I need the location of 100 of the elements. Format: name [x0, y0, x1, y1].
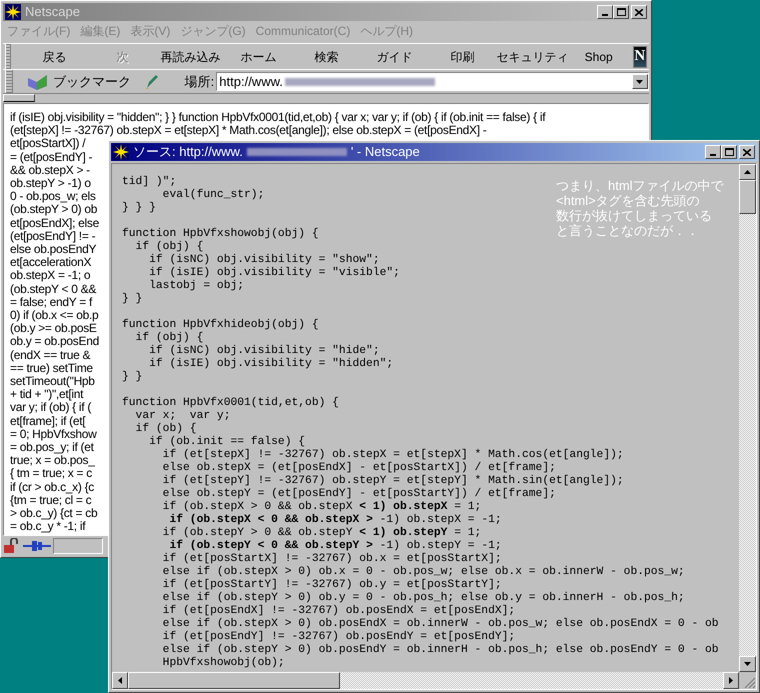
- page-text-line: if (isIE) obj.visibility = "hidden"; } } function HpbVfx0001(tid,et,ob) { var x; var y; if (ob) { if (ob.init == false) { if: [10, 111, 546, 124]
- toolbar-button[interactable]: 検索: [292, 48, 361, 66]
- code-line: if (et[stepY] != -32767) ob.stepY = et[stepY] * Math.sin(et[angle]);: [162, 475, 624, 488]
- page-text-line: = ob.pos_y; if (et: [10, 441, 94, 454]
- code-line: if (ob.stepY > 0 && ob.stepY < 1) ob.stepY = 1;: [162, 527, 482, 540]
- code-line: } }: [122, 293, 142, 306]
- resize-grip-icon[interactable]: [744, 677, 756, 689]
- page-text-line: if (cr > ob.c_x) {c: [10, 480, 94, 494]
- page-text-line: ob.stepX = -1; o: [10, 269, 90, 283]
- page-text-line: (endX == true &: [10, 348, 90, 362]
- annotation-note: つまり、htmlファイルの中で <html>タグを含む先頭の 数行が抜けてしまっている と言うことなのだが．．: [556, 178, 724, 238]
- page-text-line: true; x = ob.pos_: [10, 454, 95, 468]
- page-text-line: et[frame]; if (et[: [10, 414, 86, 428]
- window-title: ソース: http://www.: [133, 143, 243, 162]
- toolbar-button[interactable]: Shop: [564, 48, 633, 66]
- toolbar-grip[interactable]: [5, 44, 11, 69]
- code-line: } } }: [122, 202, 156, 215]
- page-text-line: > ob.c_y) {ct = cb: [10, 507, 98, 520]
- code-line: if (et[posEndY] != -32767) ob.posEndY = et[posEndY];: [162, 631, 516, 644]
- page-text-line: var y; if (ob) { if (: [10, 401, 92, 415]
- code-line: if (isNC) obj.visibility = "show";: [148, 254, 380, 266]
- toolbar-button[interactable]: ホーム: [224, 48, 293, 66]
- maximize-button[interactable]: [613, 5, 629, 19]
- left-arrow-icon[interactable]: [118, 677, 122, 684]
- code-line: if (et[posStartX] != -32767) ob.x = et[posStartX];: [162, 553, 502, 566]
- code-line: if (isNC) obj.visibility = "hide";: [148, 345, 380, 358]
- dropdown-button[interactable]: [632, 74, 648, 89]
- page-text-line: == true) setTime: [10, 362, 93, 376]
- close-icon: [743, 148, 751, 156]
- collapsed-toolbar-tab[interactable]: [3, 94, 35, 102]
- scrollbar-thumb[interactable]: [128, 672, 340, 689]
- code-line: if (ob.stepX > 0 && ob.stepX < 1) ob.stepX = 1;: [162, 501, 482, 514]
- code-line: if (ob.stepX < 0 && ob.stepX > -1) ob.stepX = -1;: [168, 514, 502, 526]
- minimize-button[interactable]: [705, 145, 721, 159]
- page-text-line: = false; endY = f: [10, 296, 92, 310]
- toolbar-button[interactable]: 戻る: [20, 48, 89, 66]
- code-line: else if (ob.stepY > 0) ob.y = 0 - ob.pos_h; else ob.y = ob.innerH - ob.pos_h;: [162, 592, 685, 604]
- page-text-line: (ob.y >= ob.posE: [10, 322, 97, 336]
- location-label: 場所:: [184, 72, 214, 91]
- code-line: function HpbVfxshowobj(obj) {: [122, 228, 319, 240]
- toolbar-button[interactable]: 再読み込み: [156, 48, 225, 66]
- bookmarks-label[interactable]: ブックマーク: [52, 72, 131, 92]
- page-text-line: (ob.stepY < 0 &&: [10, 282, 96, 296]
- code-line: if (ob.stepY < 0 && ob.stepY > -1) ob.stepY = -1;: [168, 540, 502, 552]
- code-line: var x; var y;: [134, 410, 230, 422]
- code-line: if (et[posStartY] != -32767) ob.y = et[posStartY];: [162, 579, 502, 592]
- pen-icon: [144, 74, 159, 90]
- toolbar-button[interactable]: セキュリティ: [496, 48, 565, 66]
- netscape-logo[interactable]: N: [632, 46, 647, 68]
- up-arrow-icon[interactable]: [744, 170, 751, 174]
- page-text-line: {tm = true; cl = c: [10, 494, 92, 508]
- right-arrow-icon[interactable]: [729, 677, 733, 684]
- code-line: else if (ob.stepX > 0) ob.posEndX = ob.innerW - ob.pos_w; else ob.posEndX = 0 - ob: [162, 618, 719, 630]
- toolbar-grip[interactable]: [5, 70, 13, 93]
- code-line: function HpbVfxhideobj(obj) {: [122, 319, 319, 332]
- maximize-button[interactable]: [721, 145, 737, 159]
- down-arrow-icon: [636, 80, 644, 84]
- code-line: if (obj) {: [134, 241, 204, 254]
- code-line: if (isIE) obj.visibility = "visible";: [148, 267, 400, 280]
- page-text-line: (ob.stepY > 0) ob: [10, 203, 98, 217]
- padlock-icon: [3, 538, 21, 554]
- code-line: if (isIE) obj.visibility = "hidden";: [148, 358, 394, 371]
- toolbar-button[interactable]: ガイド: [360, 48, 429, 66]
- page-text-line: et[accelerationX: [10, 256, 92, 270]
- status-field: [53, 538, 103, 554]
- page-text-line: = 0; HpbVfxshow: [10, 428, 97, 442]
- code-line: function HpbVfx0001(tid,et,ob) {: [122, 397, 339, 410]
- close-button[interactable]: [739, 145, 755, 159]
- code-line: else ob.stepY = (et[posEndY] - et[posStartY]) / et[frame];: [162, 488, 556, 500]
- close-button[interactable]: [631, 5, 647, 19]
- page-text-line: { tm = true; x = c: [10, 467, 92, 481]
- horizontal-scrollbar[interactable]: [112, 672, 739, 689]
- scrollbar-thumb[interactable]: [739, 180, 756, 214]
- code-line: if (et[posEndX] != -32767) ob.posEndX = et[posEndX];: [162, 605, 516, 618]
- code-line: if (ob) {: [134, 423, 197, 436]
- code-line: if (obj) {: [134, 332, 204, 344]
- window-title: Netscape: [25, 3, 81, 22]
- code-line: else if (ob.stepY > 0) ob.posEndY = ob.innerH - ob.pos_h; else ob.posEndY = 0 - ob: [162, 644, 719, 656]
- page-text-line: (et[posEndY] != -: [10, 230, 96, 244]
- netscape-starburst-icon: [5, 4, 21, 20]
- down-arrow-icon[interactable]: [744, 662, 751, 666]
- page-text-line: 0) if (ob.x <= ob.p: [10, 309, 98, 322]
- netscape-starburst-icon: [113, 144, 129, 160]
- toolbar-button[interactable]: 印刷: [428, 48, 497, 66]
- code-line: eval(func_str);: [162, 189, 264, 202]
- page-text-line: + tid + ")",et[int: [10, 388, 84, 402]
- location-field[interactable]: http://www.: [216, 72, 649, 91]
- code-line: lastobj = obj;: [148, 280, 244, 293]
- page-text-line: ob.stepY > -1) o: [10, 177, 91, 190]
- minimize-button[interactable]: [597, 5, 613, 19]
- code-line: tid] )";: [122, 176, 176, 188]
- code-line: } }: [122, 371, 142, 384]
- page-text-line: = (et[posEndY] -: [10, 150, 92, 164]
- code-line: HpbVfxshowobj(ob);: [162, 657, 285, 670]
- page-text-line: 0 - ob.pos_w; els: [10, 190, 96, 204]
- window-title: ' - Netscape: [350, 143, 421, 162]
- vertical-scrollbar[interactable]: [739, 164, 756, 672]
- code-line: else ob.stepX = (et[posEndX] - et[posStartX]) / et[frame];: [162, 462, 556, 474]
- code-line: if (ob.init == false) {: [148, 436, 306, 448]
- page-text-line: et[posStartX]) /: [10, 137, 86, 151]
